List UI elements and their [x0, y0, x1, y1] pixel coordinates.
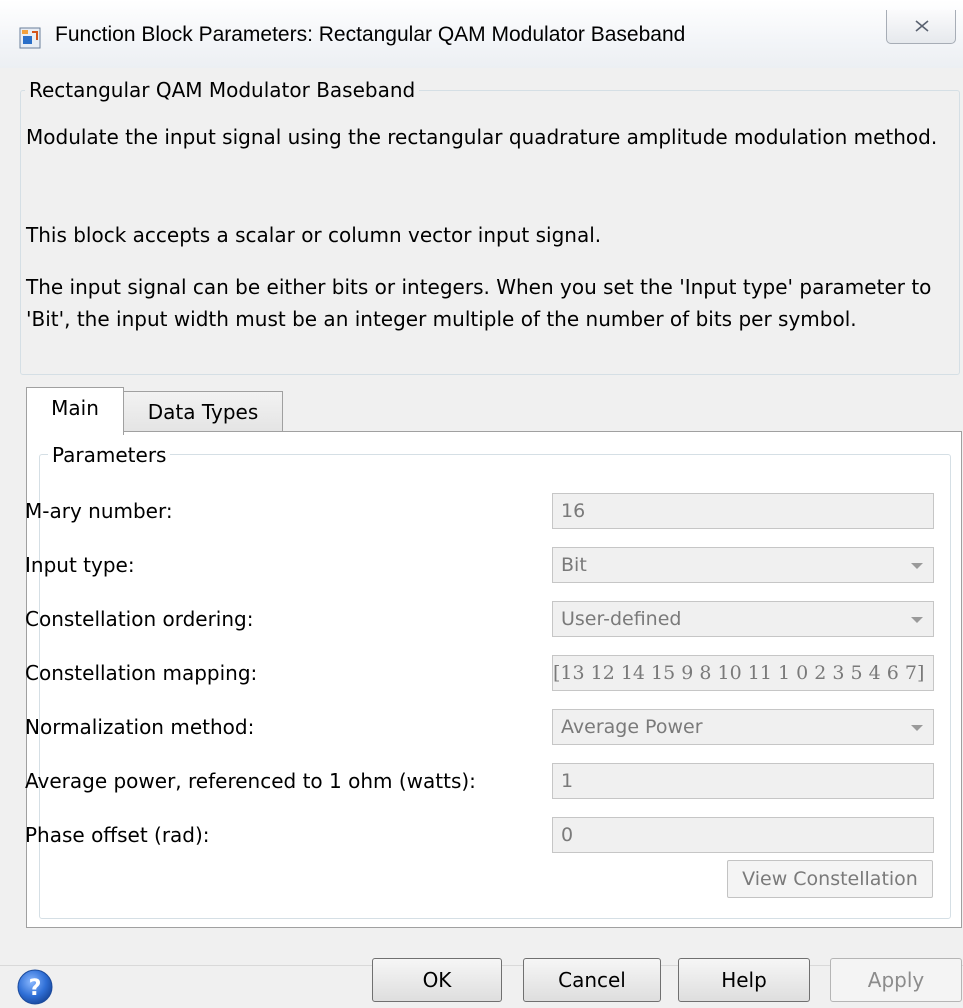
normalization-method-select[interactable]: Average Power: [552, 709, 934, 745]
description-paragraph-2: This block accepts a scalar or column ve…: [26, 223, 602, 247]
ok-button[interactable]: OK: [372, 958, 502, 1002]
constellation-ordering-value: User-defined: [561, 608, 682, 630]
apply-button[interactable]: Apply: [830, 958, 962, 1002]
input-type-select[interactable]: Bit: [552, 547, 934, 583]
help-question-icon[interactable]: ?: [16, 968, 54, 1006]
title-bar: Function Block Parameters: Rectangular Q…: [0, 0, 963, 68]
close-button[interactable]: [886, 10, 956, 44]
phase-offset-field[interactable]: 0: [552, 817, 934, 853]
parameters-group-title: Parameters: [48, 443, 171, 467]
tab-data-types[interactable]: Data Types: [123, 391, 283, 435]
window-title: Function Block Parameters: Rectangular Q…: [55, 23, 686, 46]
average-power-field[interactable]: 1: [552, 763, 934, 799]
description-paragraph-3: The input signal can be either bits or i…: [26, 275, 932, 331]
m-ary-number-field[interactable]: 16: [552, 493, 934, 529]
constellation-ordering-select[interactable]: User-defined: [552, 601, 934, 637]
constellation-mapping-field[interactable]: [13 12 14 15 9 8 10 11 1 0 2 3 5 4 6 7]: [552, 655, 934, 691]
input-type-label: Input type:: [25, 553, 135, 577]
m-ary-number-label: M-ary number:: [25, 499, 173, 523]
average-power-label: Average power, referenced to 1 ohm (watt…: [25, 769, 476, 793]
cancel-button[interactable]: Cancel: [523, 958, 661, 1002]
view-constellation-button[interactable]: View Constellation: [727, 860, 933, 898]
simulink-block-icon: [19, 27, 41, 49]
constellation-mapping-label: Constellation mapping:: [25, 661, 258, 685]
phase-offset-label: Phase offset (rad):: [25, 823, 210, 847]
chevron-down-icon: [911, 563, 923, 569]
normalization-method-value: Average Power: [561, 716, 703, 738]
close-icon: [915, 20, 929, 32]
input-type-value: Bit: [561, 554, 587, 576]
constellation-ordering-label: Constellation ordering:: [25, 607, 254, 631]
tab-main[interactable]: Main: [26, 387, 124, 435]
description-paragraph-1: Modulate the input signal using the rect…: [26, 125, 938, 149]
svg-text:?: ?: [29, 976, 42, 1001]
chevron-down-icon: [911, 617, 923, 623]
help-button[interactable]: Help: [678, 958, 810, 1002]
constellation-mapping-value: [13 12 14 15 9 8 10 11 1 0 2 3 5 4 6 7]: [553, 662, 925, 684]
description-group-title: Rectangular QAM Modulator Baseband: [25, 78, 420, 102]
chevron-down-icon: [911, 725, 923, 731]
normalization-method-label: Normalization method:: [25, 715, 255, 739]
description-group: Rectangular QAM Modulator Baseband Modul…: [20, 78, 960, 375]
